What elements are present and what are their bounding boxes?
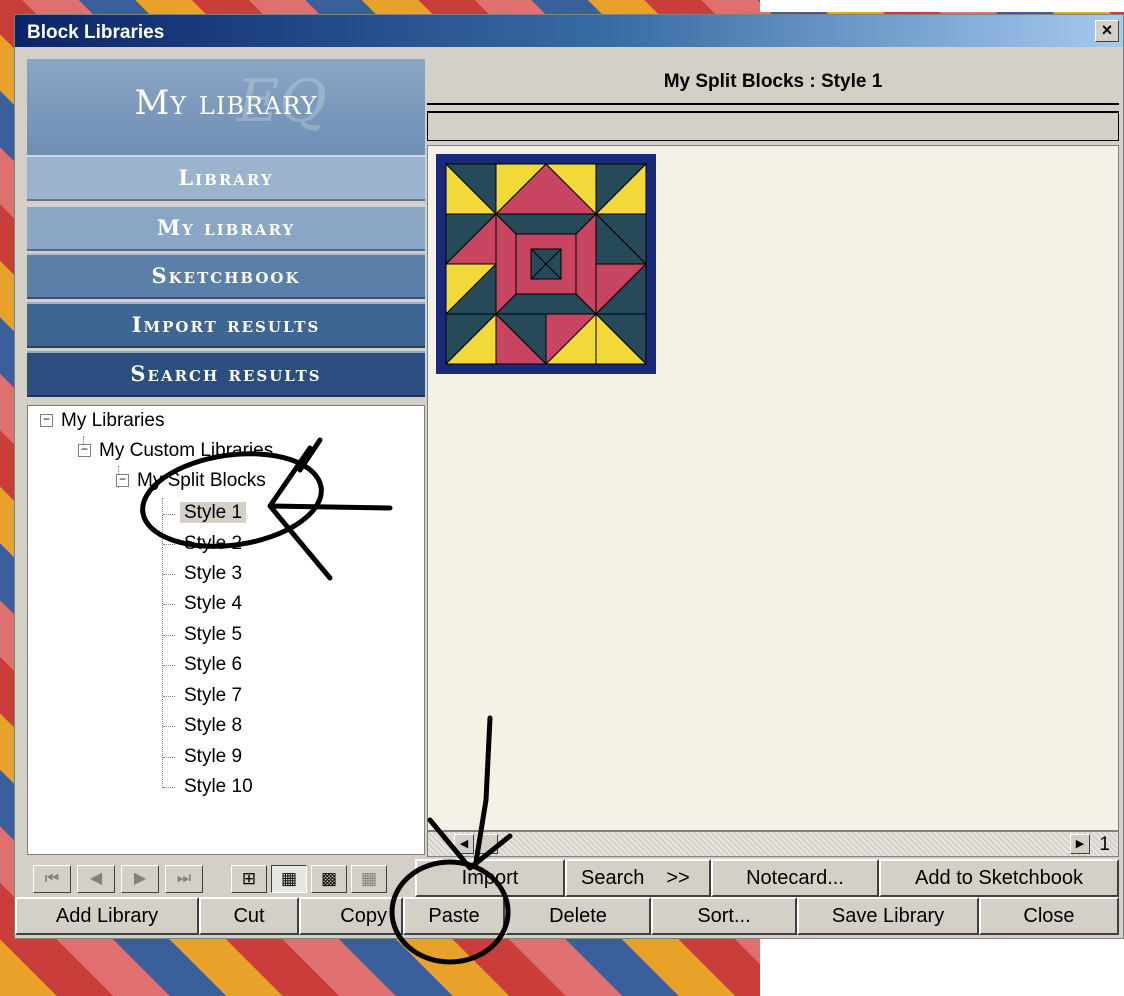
library-header-title: My library [134,83,318,123]
grid-4x4-icon[interactable]: ▩ [311,865,347,893]
collapse-icon[interactable]: − [78,443,91,458]
tree-connector [163,787,175,788]
add-library-button[interactable]: Add Library [15,897,199,935]
cut-button[interactable]: Cut [199,897,299,935]
tree-connector [163,574,175,575]
tree-item-style-8[interactable]: Style 8 [184,715,242,737]
background-white-area [760,930,1124,996]
tree-item-style-2[interactable]: Style 2 [184,533,242,555]
grid-2x2-icon[interactable]: ⊞ [231,865,267,893]
nav-search-results-button[interactable]: Search results [27,351,425,397]
grid-5x5-icon[interactable]: ▦ [351,865,387,893]
nav-library-button[interactable]: Library [27,155,425,201]
notecard-button[interactable]: Notecard... [711,859,879,897]
window-title: Block Libraries [27,22,165,43]
tree-connector [163,544,175,545]
tree-item-style-10[interactable]: Style 10 [184,776,253,798]
paste-button[interactable]: Paste [403,897,505,935]
library-tree[interactable]: − My Libraries − My Custom Libraries − My S… [27,405,425,855]
page-number: 1 [1099,834,1110,855]
background-white-strip [760,0,1124,12]
tree-item-style-3[interactable]: Style 3 [184,563,242,585]
add-to-sketchbook-button[interactable]: Add to Sketchbook [879,859,1119,897]
scroll-thumb[interactable] [478,834,498,854]
close-window-button[interactable]: × [1095,20,1119,42]
tree-node-my-custom-libraries[interactable]: − My Custom Libraries [78,440,273,462]
block-thumbnail-style-1[interactable] [436,154,656,374]
tree-connector [163,757,175,758]
copy-button[interactable]: Copy [299,897,403,935]
save-library-button[interactable]: Save Library [797,897,979,935]
sort-button[interactable]: Sort... [651,897,797,935]
tree-connector [163,635,175,636]
collapse-icon[interactable]: − [116,473,129,488]
block-libraries-dialog: Block Libraries × EQ My library Library … [14,14,1124,939]
tree-connector [163,604,175,605]
tree-connector [163,665,175,666]
delete-button[interactable]: Delete [505,897,651,935]
library-panel: EQ My library Library My library Sketchb… [27,59,425,859]
collapse-icon[interactable]: − [40,413,53,428]
tree-item-style-7[interactable]: Style 7 [184,685,242,707]
content-subheader-bar [427,111,1119,141]
tree-item-style-1[interactable]: Style 1 [180,502,247,524]
grid-3x3-icon[interactable]: ▦ [271,865,307,893]
tree-node-my-split-blocks[interactable]: − My Split Blocks [116,470,266,492]
tree-connector [163,726,175,727]
tree-node-my-libraries[interactable]: − My Libraries [40,410,164,432]
block-grid[interactable] [427,145,1119,831]
first-page-icon[interactable]: ⏮ [33,865,71,893]
last-page-icon[interactable]: ⏭ [165,865,203,893]
next-page-icon[interactable]: ▶ [121,865,159,893]
search-expand-icon: >> [666,867,690,889]
close-button[interactable]: Close [979,897,1119,935]
import-button[interactable]: Import [415,859,565,897]
navigation-buttons: ⏮ ◀ ▶ ⏭ [33,863,209,895]
content-header: My Split Blocks : Style 1 [427,61,1119,105]
tree-connector [162,498,163,788]
tree-item-style-4[interactable]: Style 4 [184,593,242,615]
tree-item-style-5[interactable]: Style 5 [184,624,242,646]
tree-connector [163,696,175,697]
tree-connector [163,514,175,515]
tree-item-style-6[interactable]: Style 6 [184,654,242,676]
library-header: EQ My library [27,59,425,155]
nav-sketchbook-button[interactable]: Sketchbook [27,253,425,299]
title-bar[interactable]: Block Libraries × [15,15,1123,47]
previous-page-icon[interactable]: ◀ [77,865,115,893]
scroll-left-button[interactable]: ◀ [454,834,474,854]
close-icon: × [1101,20,1113,40]
scroll-right-button[interactable]: ▶ [1070,834,1090,854]
search-button[interactable]: Search >> [565,859,711,897]
view-size-buttons: ⊞ ▦ ▩ ▦ [231,863,401,895]
horizontal-scrollbar[interactable]: ◀ ▶ 1 [427,831,1119,857]
nav-my-library-button[interactable]: My library [27,205,425,251]
nav-import-results-button[interactable]: Import results [27,302,425,348]
tree-item-style-9[interactable]: Style 9 [184,746,242,768]
